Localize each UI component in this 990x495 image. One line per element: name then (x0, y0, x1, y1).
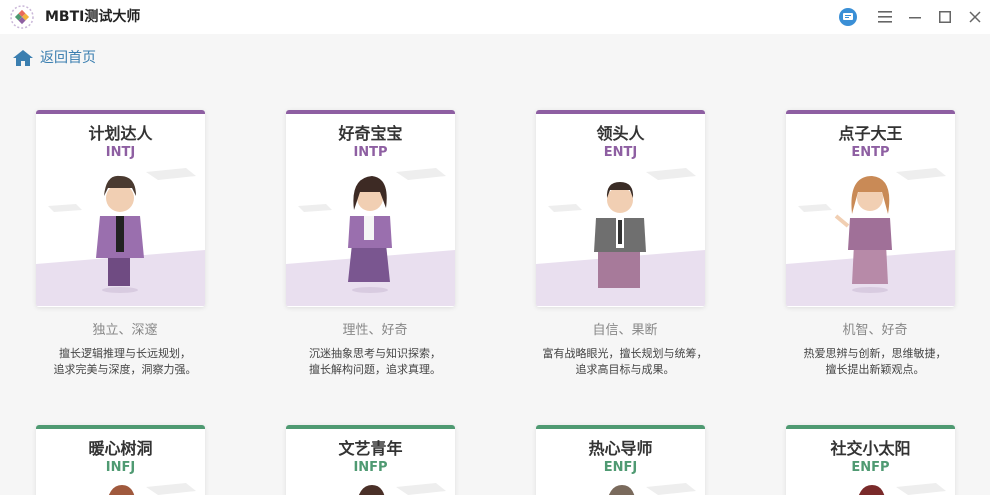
card-code: INFJ (105, 460, 136, 475)
card-name: 社交小太阳 (830, 439, 911, 458)
character-illustration (786, 168, 955, 306)
menu-icon (878, 11, 892, 23)
card-name: 文艺青年 (338, 439, 403, 458)
card-accent-bar (286, 425, 455, 429)
close-button[interactable] (964, 6, 986, 28)
card-name: 领头人 (596, 124, 645, 143)
card-traits: 机智、好奇 (842, 323, 908, 338)
card-description-line: 沉迷抽象思考与知识探索， (309, 347, 441, 360)
card-accent-bar (36, 425, 205, 429)
app-title: MBTI测试大师 (45, 9, 141, 25)
card-code: ENFJ (603, 460, 638, 475)
maximize-button[interactable] (934, 6, 956, 28)
personality-card-entp[interactable]: 点子大王 ENTP (786, 110, 955, 307)
card-accent-bar (536, 425, 705, 429)
personality-card-infp[interactable]: 文艺青年 INFP (286, 425, 455, 495)
card-description-line: 富有战略眼光，擅长规划与统筹， (542, 347, 708, 360)
card-name: 暖心树洞 (88, 439, 153, 458)
card-traits: 自信、果断 (592, 323, 658, 338)
card-name: 计划达人 (88, 124, 153, 143)
card-accent-bar (286, 110, 455, 114)
personality-card-intp[interactable]: 好奇宝宝 INTP (286, 110, 455, 307)
minimize-button[interactable] (904, 6, 926, 28)
minimize-icon (909, 17, 921, 19)
personality-card-enfj[interactable]: 热心导师 ENFJ (536, 425, 705, 495)
app-logo-icon (10, 5, 34, 29)
character-illustration (608, 483, 696, 495)
character-illustration (286, 168, 455, 306)
card-description-line: 擅长解构问题，追求真理。 (309, 363, 441, 376)
character-illustration (536, 168, 705, 306)
character-illustration (108, 483, 196, 495)
personality-card-infj[interactable]: 暖心树洞 INFJ (36, 425, 205, 495)
maximize-icon (939, 11, 951, 23)
personality-card-intj[interactable]: 计划达人 INTJ (36, 110, 205, 307)
personality-card-entj[interactable]: 领头人 ENTJ (536, 110, 705, 307)
home-icon (13, 50, 33, 66)
card-code: INFP (353, 460, 388, 475)
back-home-link[interactable]: 返回首页 (12, 48, 96, 68)
card-code: INTP (353, 145, 388, 160)
character-illustration (358, 483, 446, 495)
card-code: ENFP (851, 460, 890, 475)
card-description-line: 擅长提出新颖观点。 (825, 363, 925, 376)
card-name: 好奇宝宝 (338, 124, 403, 143)
menu-button[interactable] (874, 6, 896, 28)
card-description-line: 热爱思辨与创新，思维敏捷， (803, 347, 947, 360)
character-illustration (858, 483, 946, 495)
card-name: 点子大王 (838, 124, 903, 143)
feedback-icon (839, 8, 857, 26)
card-description-line: 擅长逻辑推理与长远规划， (59, 347, 191, 360)
card-description-line: 追求高目标与成果。 (575, 363, 675, 376)
card-accent-bar (536, 110, 705, 114)
card-traits: 理性、好奇 (342, 323, 408, 338)
card-code: INTJ (105, 145, 136, 160)
card-description-line: 追求完美与深度，洞察力强。 (53, 363, 197, 376)
card-accent-bar (786, 110, 955, 114)
feedback-button[interactable] (837, 6, 859, 28)
card-traits: 独立、深邃 (92, 323, 158, 338)
back-home-label: 返回首页 (40, 50, 96, 66)
character-illustration (36, 168, 205, 306)
card-code: ENTP (851, 145, 890, 160)
close-icon (969, 11, 981, 23)
personality-card-enfp[interactable]: 社交小太阳 ENFP (786, 425, 955, 495)
card-name: 热心导师 (588, 439, 653, 458)
title-bar: MBTI测试大师 (0, 0, 990, 34)
card-accent-bar (786, 425, 955, 429)
card-accent-bar (36, 110, 205, 114)
card-code: ENTJ (603, 145, 638, 160)
